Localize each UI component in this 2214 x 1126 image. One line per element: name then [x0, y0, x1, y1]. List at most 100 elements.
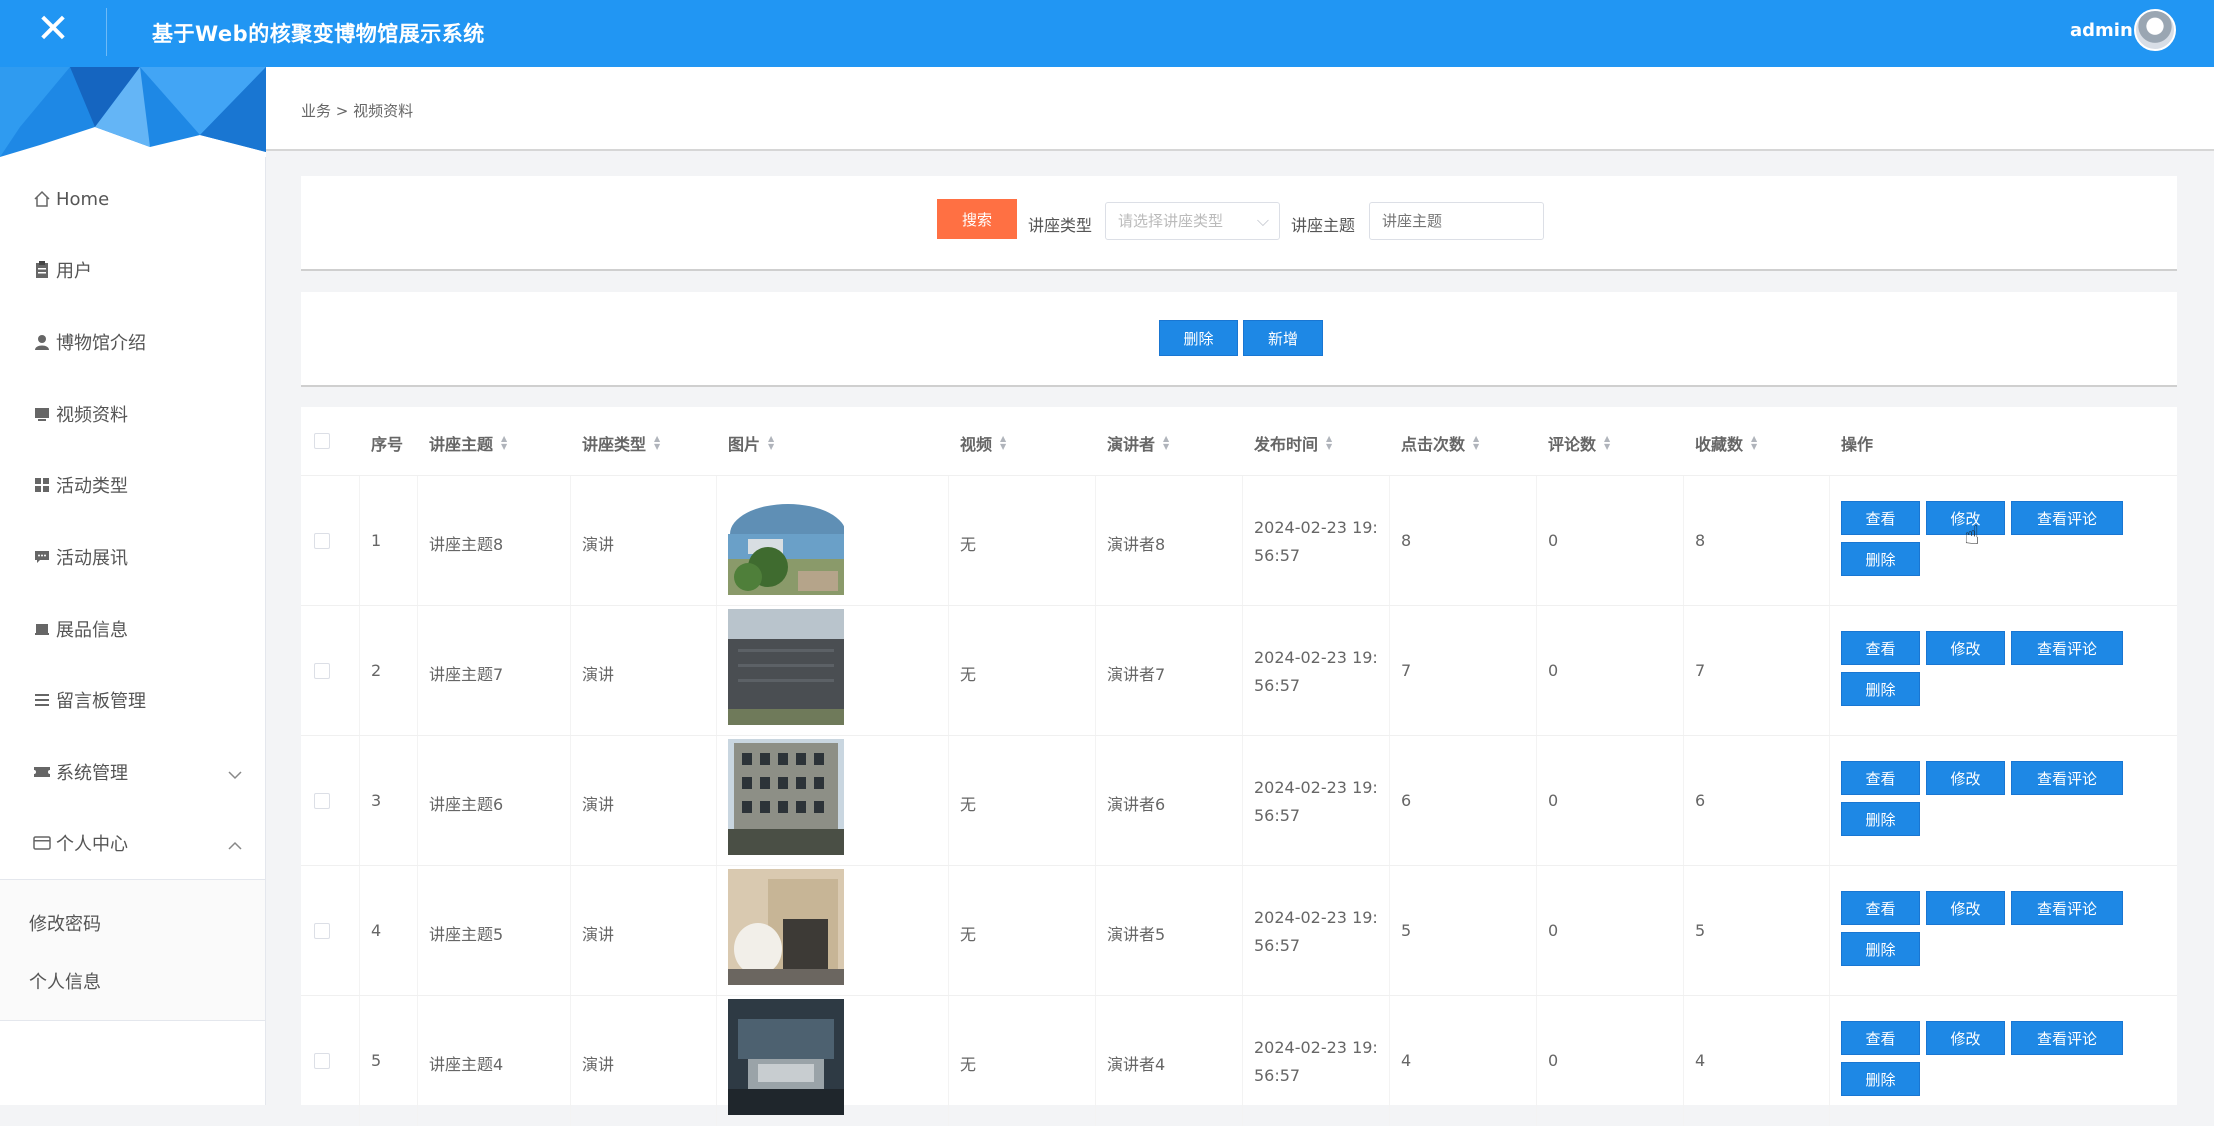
- delete-button[interactable]: 删除: [1841, 672, 1920, 706]
- cell-favorites: 7: [1695, 661, 1706, 680]
- cell-clicks: 7: [1401, 661, 1412, 680]
- view-button[interactable]: 查看: [1841, 1021, 1920, 1055]
- row-checkbox[interactable]: [314, 533, 330, 549]
- edit-button[interactable]: 修改: [1926, 891, 2005, 925]
- sidebar-item-exhibits[interactable]: 展品信息: [32, 614, 252, 644]
- delete-button[interactable]: 删除: [1841, 802, 1920, 836]
- sort-icon[interactable]: ▲ ▼: [654, 435, 660, 451]
- sidebar-item-label: 博物馆介绍: [56, 333, 146, 354]
- view-comments-button[interactable]: 查看评论: [2011, 761, 2123, 795]
- add-button[interactable]: 新增: [1243, 320, 1323, 356]
- cell-comments: 0: [1548, 531, 1559, 550]
- table-row: 5 讲座主题4 演讲 无 演讲者4 2024-02-23 19:56:57 4 …: [301, 995, 2177, 1126]
- ticket-icon: [32, 762, 52, 782]
- view-comments-button[interactable]: 查看评论: [2011, 891, 2123, 925]
- lecture-type-select[interactable]: 请选择讲座类型 ⌵: [1105, 202, 1280, 240]
- col-header-image[interactable]: 图片 ▲ ▼: [728, 431, 774, 455]
- person-icon: [32, 332, 52, 352]
- delete-button[interactable]: 删除: [1841, 1062, 1920, 1096]
- view-comments-button[interactable]: 查看评论: [2011, 1021, 2123, 1055]
- col-header-speaker[interactable]: 演讲者 ▲ ▼: [1107, 431, 1169, 455]
- sidebar-item-home[interactable]: Home: [32, 184, 252, 214]
- view-comments-button[interactable]: 查看评论: [2011, 631, 2123, 665]
- cell-type: 演讲: [582, 535, 615, 554]
- batch-delete-button[interactable]: 删除: [1159, 320, 1238, 356]
- sidebar-item-message-board[interactable]: 留言板管理: [32, 685, 252, 715]
- sidebar-item-label: 用户: [56, 261, 92, 282]
- submenu-change-password[interactable]: 修改密码: [29, 910, 101, 936]
- list-icon: [32, 690, 52, 710]
- sidebar-item-label: 活动展讯: [56, 548, 128, 569]
- select-all-checkbox[interactable]: [314, 433, 330, 449]
- sidebar-item-activity-type[interactable]: 活动类型: [32, 470, 252, 500]
- col-header-index[interactable]: 序号: [371, 431, 403, 455]
- personal-center-submenu: 修改密码 个人信息: [0, 879, 265, 1021]
- view-button[interactable]: 查看: [1841, 761, 1920, 795]
- submenu-personal-info[interactable]: 个人信息: [29, 968, 101, 994]
- action-panel: 删除 新增: [301, 292, 2177, 387]
- cell-video: 无: [960, 795, 977, 814]
- sidebar-item-activity-news[interactable]: 活动展讯: [32, 542, 252, 572]
- view-comments-button[interactable]: 查看评论: [2011, 501, 2123, 535]
- col-header-favorites[interactable]: 收藏数 ▲ ▼: [1695, 431, 1757, 455]
- edit-button[interactable]: 修改: [1926, 761, 2005, 795]
- sidebar-item-personal-center[interactable]: 个人中心: [32, 828, 252, 858]
- sidebar-item-label: 活动类型: [56, 476, 128, 497]
- row-checkbox[interactable]: [314, 923, 330, 939]
- col-header-time[interactable]: 发布时间 ▲ ▼: [1254, 431, 1332, 455]
- edit-button[interactable]: 修改: [1926, 1021, 2005, 1055]
- lecture-type-placeholder: 请选择讲座类型: [1118, 212, 1224, 230]
- cell-speaker: 演讲者6: [1107, 795, 1166, 814]
- view-button[interactable]: 查看: [1841, 891, 1920, 925]
- cell-speaker: 演讲者8: [1107, 535, 1166, 554]
- cell-publish-time: 2024-02-23 19:56:57: [1254, 648, 1378, 695]
- delete-button[interactable]: 删除: [1841, 542, 1920, 576]
- view-button[interactable]: 查看: [1841, 631, 1920, 665]
- cell-type: 演讲: [582, 795, 615, 814]
- cell-publish-time: 2024-02-23 19:56:57: [1254, 908, 1378, 955]
- sort-icon[interactable]: ▲ ▼: [1163, 435, 1169, 451]
- delete-button[interactable]: 删除: [1841, 932, 1920, 966]
- sidebar-banner: [0, 67, 266, 157]
- cell-favorites: 5: [1695, 921, 1706, 940]
- view-button[interactable]: 查看: [1841, 501, 1920, 535]
- monitor-icon: [32, 404, 52, 424]
- edit-button[interactable]: 修改: [1926, 501, 2005, 535]
- col-header-type[interactable]: 讲座类型 ▲ ▼: [582, 431, 660, 455]
- cell-speaker: 演讲者5: [1107, 925, 1166, 944]
- cell-clicks: 4: [1401, 1051, 1412, 1070]
- chevron-down-icon: [228, 764, 242, 785]
- lecture-topic-label: 讲座主题: [1291, 216, 1356, 235]
- sort-icon[interactable]: ▲ ▼: [1473, 435, 1479, 451]
- grid-icon: [32, 475, 52, 495]
- sidebar-item-user[interactable]: 用户: [32, 255, 252, 285]
- sort-icon[interactable]: ▲ ▼: [501, 435, 507, 451]
- sort-icon[interactable]: ▲ ▼: [1326, 435, 1332, 451]
- close-icon[interactable]: ✕: [0, 0, 106, 58]
- edit-button[interactable]: 修改: [1926, 631, 2005, 665]
- cell-topic: 讲座主题8: [429, 535, 504, 554]
- col-header-topic[interactable]: 讲座主题 ▲ ▼: [429, 431, 507, 455]
- sidebar-item-label: Home: [56, 188, 110, 210]
- col-header-clicks[interactable]: 点击次数 ▲ ▼: [1401, 431, 1479, 455]
- cell-clicks: 8: [1401, 531, 1412, 550]
- lecture-topic-input[interactable]: [1369, 202, 1544, 240]
- sidebar-item-museum-intro[interactable]: 博物馆介绍: [32, 327, 252, 357]
- avatar[interactable]: [2134, 9, 2176, 51]
- sidebar-item-system[interactable]: 系统管理: [32, 757, 252, 787]
- search-button[interactable]: 搜索: [937, 199, 1017, 239]
- chevron-up-icon: [228, 835, 242, 856]
- sort-icon[interactable]: ▲ ▼: [1604, 435, 1610, 451]
- top-bar: ✕ 基于Web的核聚变博物馆展示系统 admin: [0, 0, 2214, 67]
- cell-comments: 0: [1548, 661, 1559, 680]
- col-header-video[interactable]: 视频 ▲ ▼: [960, 431, 1006, 455]
- row-checkbox[interactable]: [314, 1053, 330, 1069]
- row-checkbox[interactable]: [314, 793, 330, 809]
- sort-icon[interactable]: ▲ ▼: [1751, 435, 1757, 451]
- col-header-comments[interactable]: 评论数 ▲ ▼: [1548, 431, 1610, 455]
- sidebar-item-video[interactable]: 视频资料: [32, 399, 252, 429]
- sort-icon[interactable]: ▲ ▼: [1000, 435, 1006, 451]
- sort-icon[interactable]: ▲ ▼: [768, 435, 774, 451]
- row-checkbox[interactable]: [314, 663, 330, 679]
- user-name[interactable]: admin: [2070, 20, 2133, 41]
